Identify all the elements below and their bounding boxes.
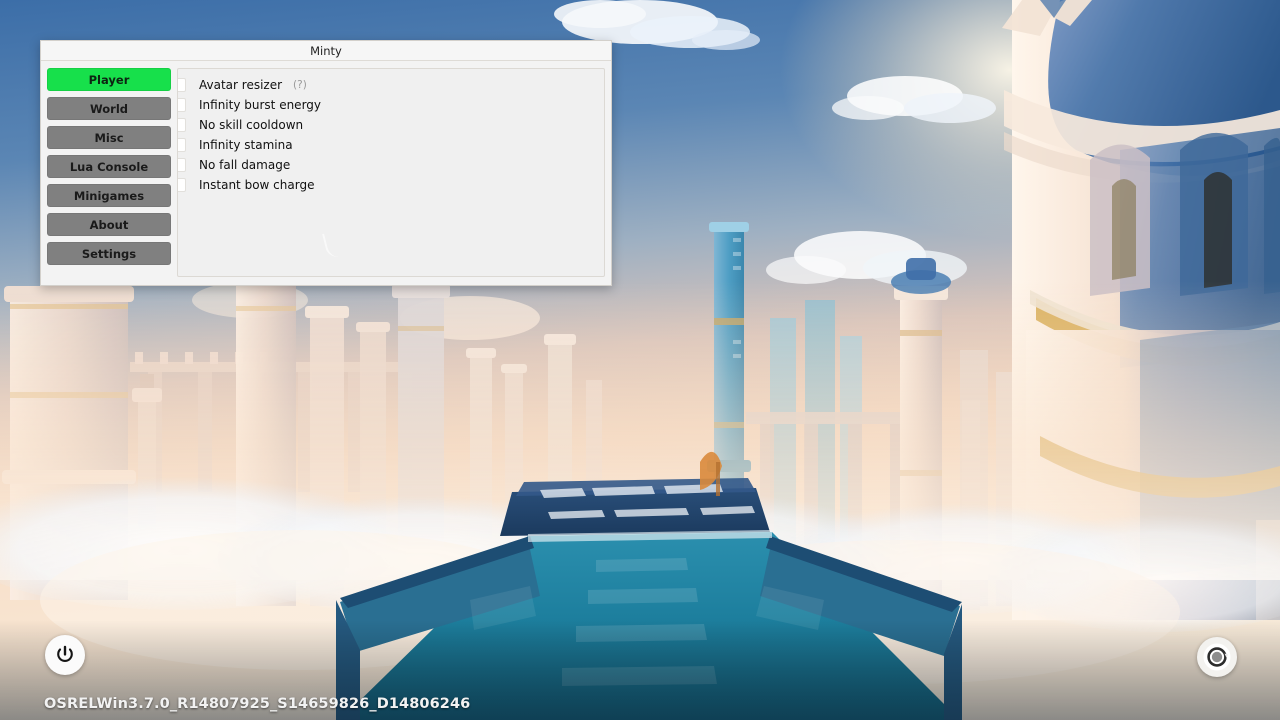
sidebar-item-settings[interactable]: Settings [47, 242, 171, 265]
sidebar-item-label: World [89, 101, 129, 116]
minty-window[interactable]: Minty Player World Misc Lua Console Mini… [40, 40, 612, 286]
sidebar-item-label: Settings [81, 246, 137, 261]
sidebar-nav: Player World Misc Lua Console Minigames … [47, 68, 171, 277]
option-label: Avatar resizer [199, 78, 283, 92]
checkbox-no-fall-damage[interactable] [178, 158, 186, 172]
option-row-infinity-burst-energy[interactable]: Infinity burst energy [178, 95, 604, 115]
help-icon[interactable]: (?) [293, 79, 307, 91]
sidebar-item-misc[interactable]: Misc [47, 126, 171, 149]
window-titlebar[interactable]: Minty [41, 41, 611, 61]
checkbox-instant-bow-charge[interactable] [178, 178, 186, 192]
sidebar-item-label: About [89, 217, 129, 232]
option-row-avatar-resizer[interactable]: Avatar resizer (?) [178, 75, 604, 95]
build-version-label: OSRELWin3.7.0_R14807925_S14659826_D14806… [44, 696, 471, 712]
sidebar-item-label: Player [88, 72, 130, 87]
option-row-instant-bow-charge[interactable]: Instant bow charge [178, 175, 604, 195]
window-body: Player World Misc Lua Console Minigames … [41, 61, 611, 285]
option-row-infinity-stamina[interactable]: Infinity stamina [178, 135, 604, 155]
checkbox-infinity-burst-energy[interactable] [178, 98, 186, 112]
window-title: Minty [310, 43, 342, 58]
sidebar-item-world[interactable]: World [47, 97, 171, 120]
sidebar-item-minigames[interactable]: Minigames [47, 184, 171, 207]
checkbox-no-skill-cooldown[interactable] [178, 118, 186, 132]
sidebar-item-player[interactable]: Player [47, 68, 171, 91]
record-button[interactable] [1197, 637, 1237, 677]
sidebar-item-label: Lua Console [69, 159, 149, 174]
power-icon [57, 645, 73, 662]
sidebar-item-label: Misc [94, 130, 124, 145]
panel-translucency-artifact [322, 230, 342, 260]
option-row-no-skill-cooldown[interactable]: No skill cooldown [178, 115, 604, 135]
option-label: No fall damage [199, 158, 291, 172]
sidebar-item-about[interactable]: About [47, 213, 171, 236]
option-label: Infinity stamina [199, 138, 293, 152]
sidebar-item-lua-console[interactable]: Lua Console [47, 155, 171, 178]
player-options-panel: Avatar resizer (?) Infinity burst energy… [177, 68, 605, 277]
checkbox-infinity-stamina[interactable] [178, 138, 186, 152]
option-list: Avatar resizer (?) Infinity burst energy… [178, 75, 604, 195]
sidebar-item-label: Minigames [73, 188, 145, 203]
power-button[interactable] [45, 635, 85, 675]
record-icon [1203, 643, 1231, 671]
option-label: Instant bow charge [199, 178, 315, 192]
checkbox-avatar-resizer[interactable] [178, 78, 186, 92]
option-label: No skill cooldown [199, 118, 304, 132]
option-row-no-fall-damage[interactable]: No fall damage [178, 155, 604, 175]
option-label: Infinity burst energy [199, 98, 322, 112]
